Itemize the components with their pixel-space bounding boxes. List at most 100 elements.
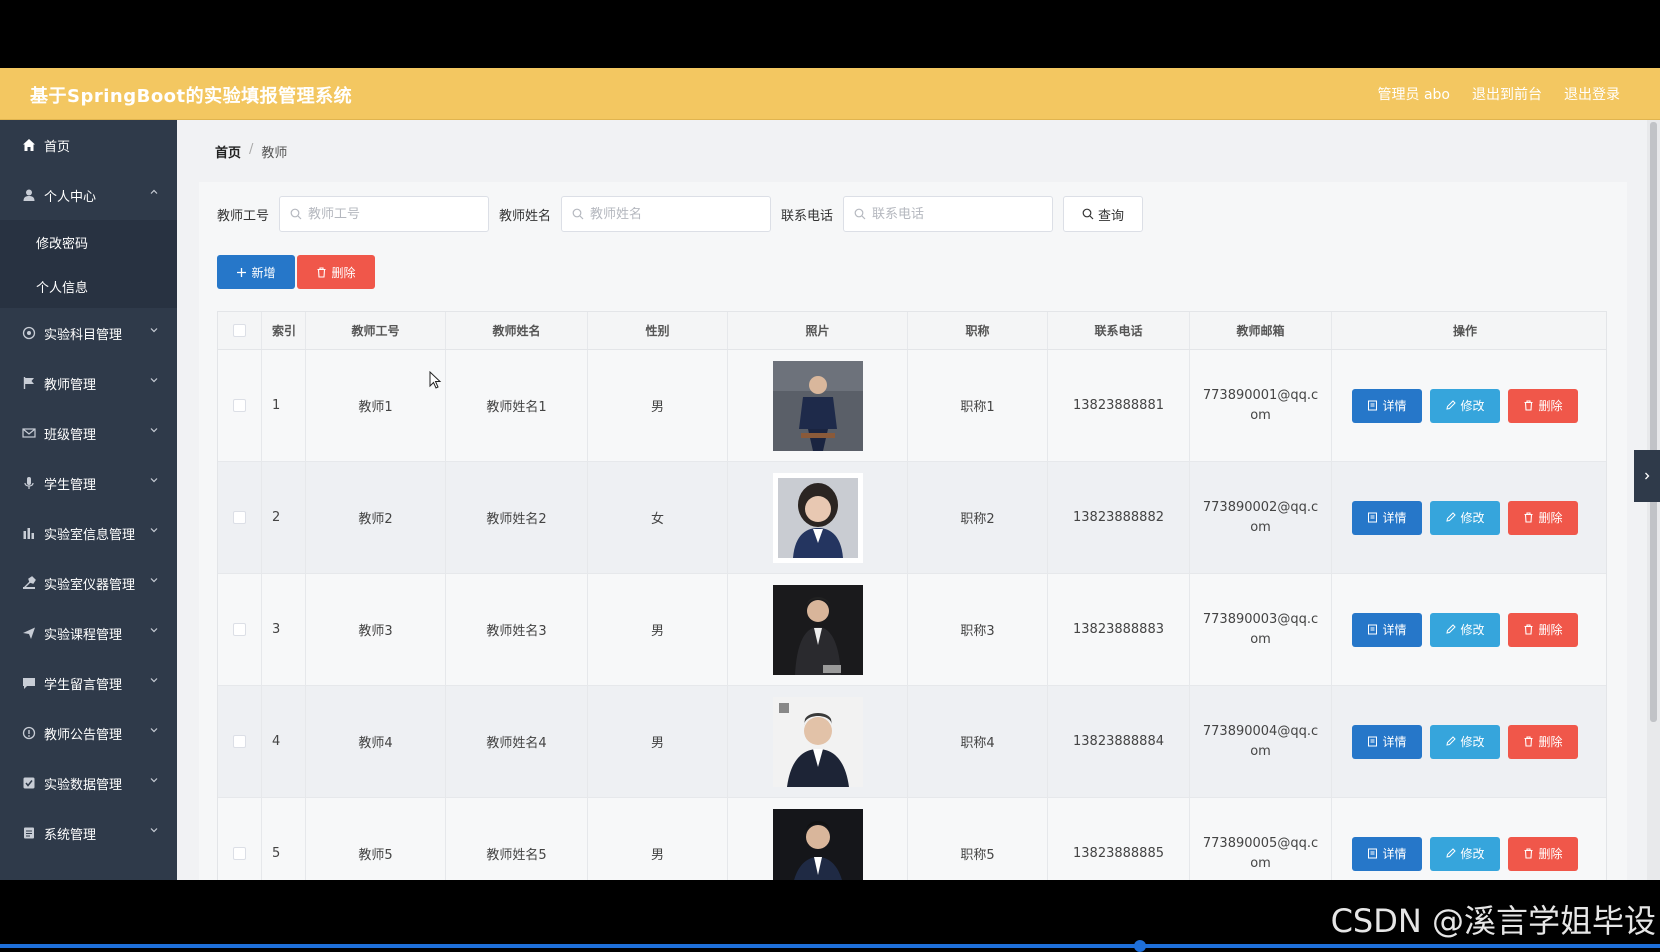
sidebar-item-home[interactable]: 首页: [0, 120, 177, 170]
edit-button[interactable]: 修改: [1430, 724, 1500, 759]
row-checkbox[interactable]: [233, 847, 246, 860]
gender-cell: 男: [588, 350, 728, 461]
document-icon: [1368, 848, 1378, 859]
back-to-front-link[interactable]: 退出到前台: [1472, 84, 1542, 104]
batch-delete-button[interactable]: 删除: [297, 255, 375, 289]
edit-button[interactable]: 修改: [1430, 500, 1500, 535]
email-cell: 773890004@qq.com: [1190, 686, 1332, 797]
teacher-name-cell: 教师姓名4: [446, 686, 588, 797]
app-window: 基于SpringBoot的实验填报管理系统 管理员 abo 退出到前台 退出登录…: [0, 68, 1660, 880]
edit-button[interactable]: 修改: [1430, 836, 1500, 871]
row-checkbox[interactable]: [233, 399, 246, 412]
edit-label: 修改: [1460, 847, 1485, 861]
delete-button[interactable]: 删除: [1508, 500, 1578, 535]
index-cell: 1: [262, 350, 306, 461]
teacher-no-label: 教师工号: [217, 208, 270, 224]
sidebar-subitem-profile[interactable]: 个人信息: [0, 264, 177, 308]
table-row: 2 教师2 教师姓名2 女 职称2 13823888882 773890002@…: [218, 462, 1606, 574]
teacher-no-input[interactable]: [308, 206, 479, 222]
breadcrumb-current: 教师: [261, 146, 288, 161]
phone-input[interactable]: [872, 206, 1043, 222]
sidebar-item-label: 实验室仪器管理: [44, 577, 136, 593]
sidebar-item-class-manage[interactable]: 班级管理: [0, 408, 177, 458]
progress-handle[interactable]: [1134, 940, 1146, 952]
add-button[interactable]: 新增: [217, 255, 295, 289]
table-row: 1 教师1 教师姓名1 男 职称1 13823888881 773890001@…: [218, 350, 1606, 462]
chevron-up-icon: [150, 189, 158, 194]
sidebar-item-lab-info-manage[interactable]: 实验室信息管理: [0, 508, 177, 558]
add-button-label: 新增: [251, 265, 276, 280]
mail-icon: [22, 426, 36, 440]
delete-button[interactable]: 删除: [1508, 612, 1578, 647]
sidebar-item-student-manage[interactable]: 学生管理: [0, 458, 177, 508]
breadcrumb: 首页 / 教师: [215, 142, 287, 161]
row-checkbox-cell: [218, 798, 262, 880]
sidebar-item-label: 系统管理: [44, 827, 97, 843]
detail-button[interactable]: 详情: [1352, 612, 1422, 647]
delete-button[interactable]: 删除: [1508, 388, 1578, 423]
edit-icon: [1446, 736, 1457, 746]
sidebar-item-lab-course-manage[interactable]: 实验课程管理: [0, 608, 177, 658]
sidebar-item-subject-manage[interactable]: 实验科目管理: [0, 308, 177, 358]
teacher-name-input[interactable]: [590, 206, 761, 222]
detail-button[interactable]: 详情: [1352, 500, 1422, 535]
scrollbar-thumb[interactable]: [1650, 122, 1657, 722]
delete-button[interactable]: 删除: [1508, 724, 1578, 759]
row-checkbox[interactable]: [233, 735, 246, 748]
sidebar-item-data-manage[interactable]: 实验数据管理: [0, 758, 177, 808]
sidebar-item-personal-center[interactable]: 个人中心: [0, 170, 177, 220]
select-all-checkbox[interactable]: [233, 324, 246, 337]
gender-cell: 女: [588, 462, 728, 573]
teacher-name-cell: 教师姓名3: [446, 574, 588, 685]
sidebar-item-lab-instrument-manage[interactable]: 实验室仪器管理: [0, 558, 177, 608]
detail-label: 详情: [1382, 511, 1407, 525]
chevron-down-icon: [150, 728, 158, 733]
trash-icon: [1524, 848, 1533, 859]
operations-cell: 详情 修改 删除: [1332, 462, 1598, 573]
table-row: 5 教师5 教师姓名5 男 职称5 13823888885 773890005@…: [218, 798, 1606, 880]
edit-button[interactable]: 修改: [1430, 612, 1500, 647]
header-links: 管理员 abo 退出到前台 退出登录: [1378, 84, 1620, 104]
row-checkbox[interactable]: [233, 511, 246, 524]
video-progress-bar[interactable]: [0, 944, 1660, 948]
chevron-down-icon: [150, 528, 158, 533]
delete-label: 删除: [1538, 735, 1563, 749]
teacher-no-cell: 教师5: [306, 798, 446, 880]
sidebar-subitem-change-password[interactable]: 修改密码: [0, 220, 177, 264]
operations-cell: 详情 修改 删除: [1332, 350, 1598, 461]
detail-button[interactable]: 详情: [1352, 836, 1422, 871]
job-title-cell: 职称5: [908, 798, 1048, 880]
delete-label: 删除: [1538, 399, 1563, 413]
home-icon: [22, 138, 36, 152]
sidebar-item-system-manage[interactable]: 系统管理: [0, 808, 177, 858]
row-checkbox[interactable]: [233, 623, 246, 636]
table-row: 3 教师3 教师姓名3 男 职称3 13823888883 773890003@…: [218, 574, 1606, 686]
sidebar-item-label: 教师公告管理: [44, 727, 123, 743]
logout-link[interactable]: 退出登录: [1564, 84, 1620, 104]
sidebar-item-label: 实验数据管理: [44, 777, 123, 793]
breadcrumb-home[interactable]: 首页: [215, 142, 241, 161]
column-header: 索引: [262, 312, 306, 349]
teacher-table: 索引 教师工号 教师姓名 性别 照片 职称 联系电话 教师邮箱 操作 1 教师1…: [217, 311, 1607, 880]
detail-button[interactable]: 详情: [1352, 388, 1422, 423]
check-icon: [22, 776, 36, 790]
operations-cell: 详情 修改 删除: [1332, 686, 1598, 797]
sidebar-item-message-manage[interactable]: 学生留言管理: [0, 658, 177, 708]
teacher-name-cell: 教师姓名2: [446, 462, 588, 573]
detail-button[interactable]: 详情: [1352, 724, 1422, 759]
phone-field[interactable]: [843, 196, 1054, 232]
edit-label: 修改: [1460, 511, 1485, 525]
delete-label: 删除: [1538, 847, 1563, 861]
query-button[interactable]: 查询: [1063, 196, 1144, 232]
sidebar-item-notice-manage[interactable]: 教师公告管理: [0, 708, 177, 758]
admin-user-label[interactable]: 管理员 abo: [1378, 84, 1450, 104]
email-cell: 773890005@qq.com: [1190, 798, 1332, 880]
sidebar-item-teacher-manage[interactable]: 教师管理: [0, 358, 177, 408]
side-panel-toggle[interactable]: [1634, 450, 1660, 502]
edit-button[interactable]: 修改: [1430, 388, 1500, 423]
teacher-no-field[interactable]: [279, 196, 490, 232]
delete-button[interactable]: 删除: [1508, 836, 1578, 871]
mic-icon: [22, 476, 36, 490]
detail-label: 详情: [1382, 399, 1407, 413]
teacher-name-field[interactable]: [561, 196, 772, 232]
